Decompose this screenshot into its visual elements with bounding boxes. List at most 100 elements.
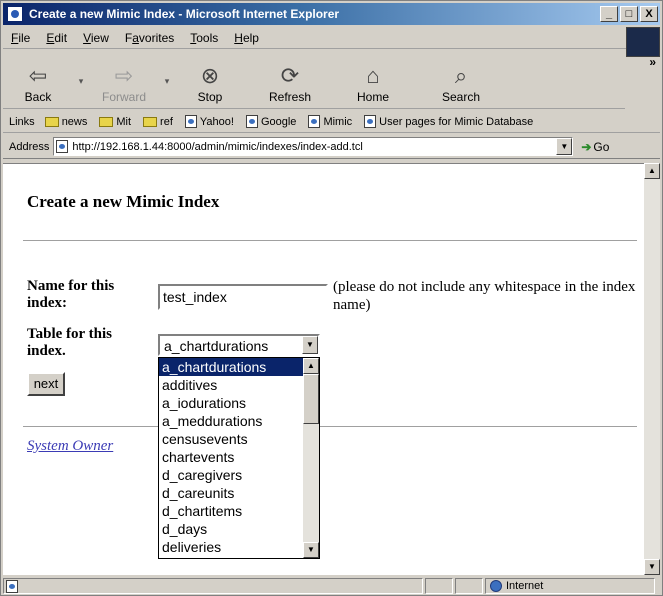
address-dropdown-button[interactable]: ▼ [556,138,573,155]
option-a-chartdurations[interactable]: a_chartdurations [159,358,303,376]
dropdown-scroll-thumb[interactable] [303,374,319,424]
table-select-value: a_chartdurations [164,338,269,354]
link-user-pages[interactable]: User pages for Mimic Database [358,115,539,128]
minimize-button[interactable]: _ [600,6,618,22]
next-button[interactable]: next [27,372,65,396]
system-owner-link[interactable]: System Owner [27,438,113,455]
menu-favorites-rest: vorites [138,30,175,45]
links-label: Links [9,115,35,128]
option-chartevents[interactable]: chartevents [159,448,303,466]
scroll-down-icon[interactable]: ▼ [303,542,319,558]
table-dropdown-list[interactable]: a_chartdurations additives a_iodurations… [158,357,320,559]
option-a-iodurations[interactable]: a_iodurations [159,394,303,412]
menu-view-rest: iew [90,30,109,45]
page-title: Create a new Mimic Index [27,192,220,211]
link-mimic-label: Mimic [323,115,353,128]
table-label: Table for this index. [27,326,113,359]
page-icon [364,115,377,128]
link-yahoo[interactable]: Yahoo! [179,115,240,128]
link-news[interactable]: news [39,116,94,128]
option-a-meddurations[interactable]: a_meddurations [159,412,303,430]
refresh-icon: ⟳ [280,63,300,88]
stop-button[interactable]: ⊗ Stop [175,54,245,108]
status-text-pane [3,578,423,594]
address-label: Address [9,140,50,153]
menu-view[interactable]: View [75,31,117,45]
menu-edit-rest: dit [54,30,68,45]
back-dropdown-icon[interactable]: ▾ [73,54,89,108]
link-mit[interactable]: Mit [93,116,137,128]
page-icon [245,115,258,128]
option-deliveries[interactable]: deliveries [159,538,303,556]
scroll-down-icon[interactable]: ▼ [644,559,660,575]
link-mit-label: Mit [116,115,132,128]
option-additives[interactable]: additives [159,376,303,394]
title-bar: Create a new Mimic Index - Microsoft Int… [3,3,660,25]
address-bar: Address http://192.168.1.44:8000/admin/m… [3,135,660,159]
search-icon: ⌕ [454,63,468,88]
go-button[interactable]: ➔ Go [581,140,609,154]
search-button[interactable]: ⌕ Search [411,54,511,108]
menu-file-rest: ile [18,30,31,45]
status-bar: Internet [3,577,660,595]
chevron-down-icon[interactable]: ▼ [302,336,318,354]
forward-arrow-icon: ⇨ [114,63,134,88]
menu-view-accel: V [83,30,91,45]
security-zone: Internet [485,578,655,594]
status-pane [425,578,453,594]
menu-file[interactable]: File [3,31,38,45]
page-icon [184,115,197,128]
page-icon [6,579,18,593]
back-button[interactable]: ⇦ Back [3,54,73,108]
page-icon [56,140,69,153]
page-content: Create a new Mimic Index Name for this i… [3,163,646,575]
divider [23,240,637,242]
toolbar-more-chevron[interactable]: » [649,55,656,69]
scroll-up-icon[interactable]: ▲ [303,358,319,374]
option-d-caregivers[interactable]: d_caregivers [159,466,303,484]
home-icon: ⌂ [366,63,380,88]
window-title: Create a new Mimic Index - Microsoft Int… [29,7,340,21]
link-mimic[interactable]: Mimic [302,115,358,128]
home-label: Home [356,90,389,104]
dropdown-scrollbar[interactable]: ▲ ▼ [303,358,319,558]
menu-favorites-accel: a [132,30,139,45]
divider [23,426,637,428]
forward-dropdown-icon[interactable]: ▾ [159,54,175,108]
go-arrow-icon: ➔ [581,139,592,154]
home-button[interactable]: ⌂ Home [335,54,411,108]
index-name-input[interactable] [158,284,328,310]
table-select[interactable]: a_chartdurations ▼ [158,334,320,356]
option-censusevents[interactable]: censusevents [159,430,303,448]
link-yahoo-label: Yahoo! [199,115,234,128]
close-button[interactable]: X [640,6,658,22]
back-arrow-icon: ⇦ [28,63,48,88]
refresh-button[interactable]: ⟳ Refresh [245,54,335,108]
folder-icon [143,116,158,127]
maximize-button[interactable]: □ [620,6,638,22]
folder-icon [44,116,59,127]
option-d-careunits[interactable]: d_careunits [159,484,303,502]
option-d-chartitems[interactable]: d_chartitems [159,502,303,520]
menu-edit[interactable]: Edit [38,31,75,45]
forward-label: Forward [101,90,146,104]
link-ref-label: ref [160,115,173,128]
menu-help[interactable]: Help [226,31,267,45]
menu-bar: File Edit View Favorites Tools Help [3,27,660,49]
address-input[interactable]: http://192.168.1.44:8000/admin/mimic/ind… [53,137,574,156]
page-scrollbar[interactable]: ▲ ▼ [644,163,660,575]
link-user-pages-label: User pages for Mimic Database [379,115,534,128]
menu-favorites[interactable]: Favorites [117,31,182,45]
forward-button[interactable]: ⇨ Forward [89,54,159,108]
scroll-up-icon[interactable]: ▲ [644,163,660,179]
refresh-label: Refresh [268,90,312,104]
stop-label: Stop [197,90,223,104]
link-ref[interactable]: ref [137,116,179,128]
option-d-days[interactable]: d_days [159,520,303,538]
menu-tools[interactable]: Tools [182,31,226,45]
zone-label: Internet [506,580,544,592]
menu-help-accel: H [234,30,243,45]
page-icon [308,115,321,128]
link-google[interactable]: Google [240,115,302,128]
ie-icon [7,6,23,22]
